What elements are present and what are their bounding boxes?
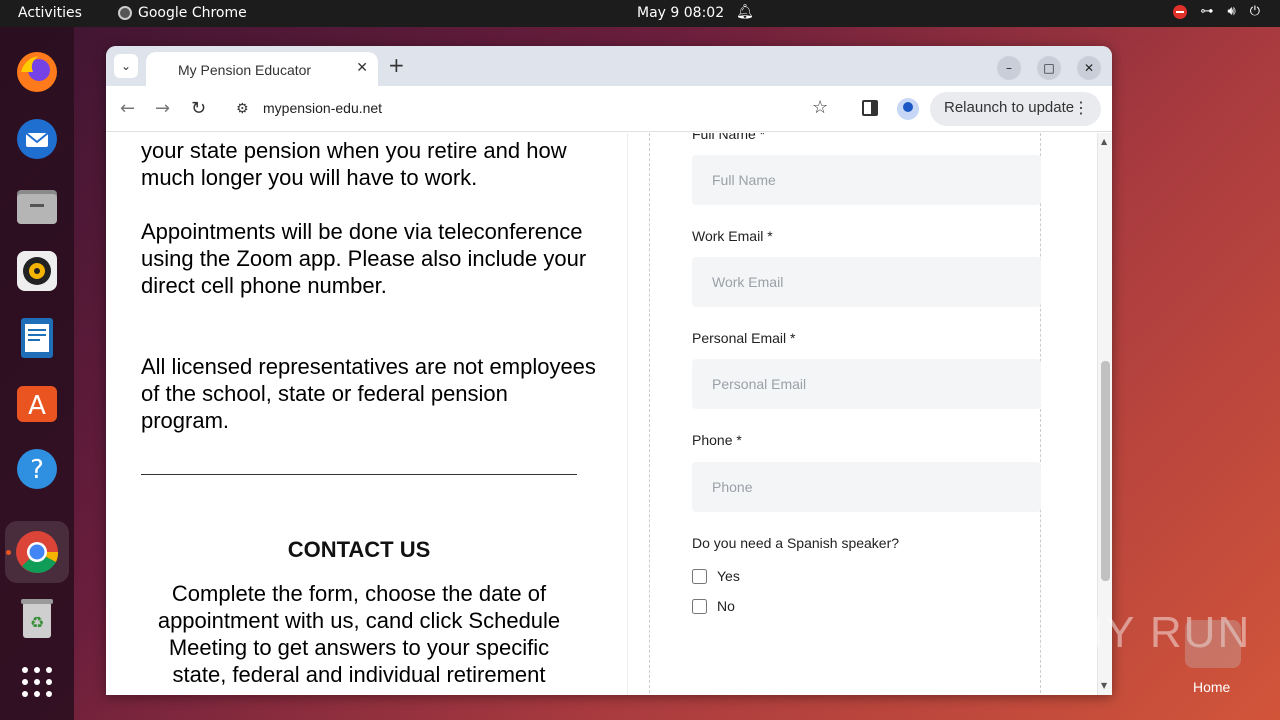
info-paragraph: your state pension when you retire and h… bbox=[141, 138, 567, 190]
svg-text:A: A bbox=[28, 391, 46, 421]
chevron-down-icon: ⌄ bbox=[120, 59, 132, 73]
work-email-label: Work Email * bbox=[692, 228, 773, 244]
writer-icon[interactable] bbox=[14, 315, 60, 361]
new-tab-button[interactable]: + bbox=[388, 54, 405, 76]
system-tray[interactable]: ⊶ 🔊︎ ⏻ bbox=[1172, 4, 1260, 19]
do-not-disturb-icon bbox=[1172, 4, 1187, 19]
work-email-input[interactable] bbox=[692, 257, 1041, 307]
address-bar[interactable]: ⚙ mypension-edu.net bbox=[222, 92, 842, 126]
dock: A ? ♻ bbox=[0, 27, 74, 720]
browser-toolbar: ← → ↻ ⚙ mypension-edu.net ☆ Relaunch to … bbox=[106, 86, 1112, 132]
firefox-icon[interactable] bbox=[14, 49, 60, 95]
tab-strip: ⌄ My Pension Educator ✕ + – □ ✕ bbox=[106, 46, 1112, 86]
contact-form: Full Name * Work Email * Personal Email … bbox=[649, 133, 1041, 695]
minimize-button[interactable]: – bbox=[997, 56, 1021, 80]
chrome-dock-item[interactable] bbox=[5, 521, 69, 583]
svg-text:♻: ♻ bbox=[30, 613, 44, 632]
files-icon[interactable] bbox=[14, 183, 60, 229]
profile-avatar[interactable] bbox=[897, 98, 919, 120]
scroll-up-icon[interactable]: ▲ bbox=[1101, 137, 1107, 146]
info-paragraph: All licensed representatives are not emp… bbox=[141, 354, 596, 433]
web-page: your state pension when you retire and h… bbox=[106, 133, 1112, 695]
app-menu[interactable]: Google Chrome bbox=[118, 5, 247, 21]
info-paragraph: Appointments will be done via teleconfer… bbox=[141, 219, 587, 298]
section-divider bbox=[141, 474, 577, 475]
more-menu-icon: ⋮ bbox=[1073, 100, 1089, 117]
system-top-bar: Activities Google Chrome May 9 08:02 🔔︎ … bbox=[0, 0, 1280, 27]
spanish-speaker-question: Do you need a Spanish speaker? bbox=[692, 535, 900, 551]
tab-active[interactable]: My Pension Educator ✕ bbox=[146, 52, 378, 86]
site-info-icon[interactable]: ⚙ bbox=[236, 101, 249, 117]
maximize-button[interactable]: □ bbox=[1037, 56, 1061, 80]
power-icon: ⏻ bbox=[1249, 4, 1260, 19]
bookmark-star-icon[interactable]: ☆ bbox=[812, 97, 828, 118]
chrome-mini-icon bbox=[118, 6, 132, 20]
relaunch-label: Relaunch to update bbox=[944, 99, 1075, 116]
forward-button[interactable]: → bbox=[155, 98, 170, 119]
url-text: mypension-edu.net bbox=[263, 100, 383, 116]
close-window-button[interactable]: ✕ bbox=[1077, 56, 1101, 80]
tab-close-icon[interactable]: ✕ bbox=[356, 60, 368, 76]
phone-label: Phone * bbox=[692, 432, 742, 448]
help-icon[interactable]: ? bbox=[14, 446, 60, 492]
full-name-label: Full Name * bbox=[692, 133, 766, 142]
no-checkbox[interactable] bbox=[692, 598, 707, 614]
personal-email-label: Personal Email * bbox=[692, 330, 796, 346]
form-column: Full Name * Work Email * Personal Email … bbox=[627, 133, 1097, 695]
yes-label: Yes bbox=[717, 568, 740, 584]
reload-button[interactable]: ↻ bbox=[191, 98, 206, 119]
contact-description: Complete the form, choose the date of ap… bbox=[157, 581, 561, 687]
rhythmbox-icon[interactable] bbox=[14, 248, 60, 294]
option-yes[interactable]: Yes bbox=[692, 568, 740, 584]
relaunch-to-update-button[interactable]: Relaunch to update ⋮ bbox=[930, 92, 1101, 126]
home-folder-icon[interactable] bbox=[1185, 620, 1241, 668]
network-icon: ⊶ bbox=[1200, 4, 1214, 19]
option-no[interactable]: No bbox=[692, 598, 735, 614]
app-center-icon[interactable]: A bbox=[14, 379, 60, 425]
contact-title: CONTACT US bbox=[287, 537, 431, 562]
scroll-down-icon[interactable]: ▼ bbox=[1101, 681, 1107, 690]
yes-checkbox[interactable] bbox=[692, 568, 707, 584]
browser-window: ⌄ My Pension Educator ✕ + – □ ✕ ← → ↻ ⚙ … bbox=[106, 46, 1112, 695]
tab-search-button[interactable]: ⌄ bbox=[114, 54, 138, 78]
info-column: your state pension when you retire and h… bbox=[106, 133, 627, 695]
tab-title: My Pension Educator bbox=[178, 62, 312, 78]
app-grid-icon[interactable] bbox=[14, 659, 60, 705]
svg-text:?: ? bbox=[30, 455, 44, 485]
trash-icon[interactable]: ♻ bbox=[14, 595, 60, 641]
chrome-icon bbox=[16, 531, 59, 573]
running-indicator bbox=[6, 550, 11, 555]
activities-button[interactable]: Activities bbox=[18, 5, 82, 21]
notification-bell-icon: 🔔︎ bbox=[736, 4, 754, 20]
back-button[interactable]: ← bbox=[120, 98, 135, 119]
clock[interactable]: May 9 08:02 bbox=[637, 5, 724, 21]
app-name: Google Chrome bbox=[138, 5, 247, 21]
volume-icon: 🔊︎ bbox=[1227, 4, 1236, 19]
full-name-input[interactable] bbox=[692, 155, 1041, 205]
thunderbird-icon[interactable] bbox=[14, 116, 60, 162]
home-label: Home bbox=[1193, 679, 1231, 695]
personal-email-input[interactable] bbox=[692, 359, 1041, 409]
phone-input[interactable] bbox=[692, 462, 1041, 512]
scroll-thumb[interactable] bbox=[1101, 361, 1110, 581]
side-panel-icon[interactable] bbox=[862, 100, 878, 116]
no-label: No bbox=[717, 598, 735, 614]
